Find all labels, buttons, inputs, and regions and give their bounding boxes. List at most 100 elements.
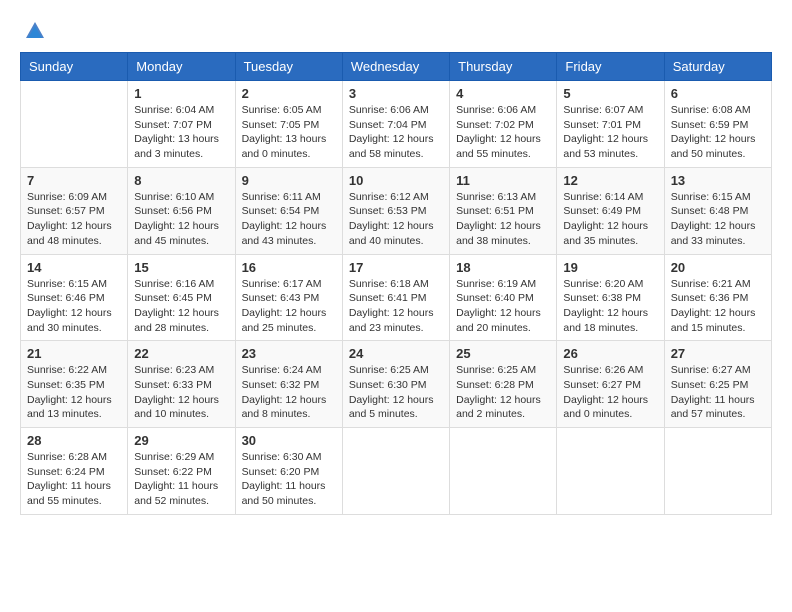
day-info: Sunrise: 6:16 AM Sunset: 6:45 PM Dayligh… xyxy=(134,277,228,336)
calendar-cell: 27 Sunrise: 6:27 AM Sunset: 6:25 PM Dayli… xyxy=(664,341,771,428)
day-info: Sunrise: 6:26 AM Sunset: 6:27 PM Dayligh… xyxy=(563,363,657,422)
calendar-cell: 6 Sunrise: 6:08 AM Sunset: 6:59 PM Daylig… xyxy=(664,81,771,168)
calendar-table: SundayMondayTuesdayWednesdayThursdayFrid… xyxy=(20,52,772,515)
day-info: Sunrise: 6:15 AM Sunset: 6:46 PM Dayligh… xyxy=(27,277,121,336)
day-number: 7 xyxy=(27,173,121,188)
logo xyxy=(20,20,46,42)
day-number: 28 xyxy=(27,433,121,448)
calendar-cell: 10 Sunrise: 6:12 AM Sunset: 6:53 PM Dayli… xyxy=(342,167,449,254)
calendar-cell: 7 Sunrise: 6:09 AM Sunset: 6:57 PM Daylig… xyxy=(21,167,128,254)
calendar-cell: 5 Sunrise: 6:07 AM Sunset: 7:01 PM Daylig… xyxy=(557,81,664,168)
day-info: Sunrise: 6:08 AM Sunset: 6:59 PM Dayligh… xyxy=(671,103,765,162)
day-info: Sunrise: 6:25 AM Sunset: 6:30 PM Dayligh… xyxy=(349,363,443,422)
day-info: Sunrise: 6:27 AM Sunset: 6:25 PM Dayligh… xyxy=(671,363,765,422)
calendar-cell: 19 Sunrise: 6:20 AM Sunset: 6:38 PM Dayli… xyxy=(557,254,664,341)
day-info: Sunrise: 6:11 AM Sunset: 6:54 PM Dayligh… xyxy=(242,190,336,249)
day-info: Sunrise: 6:05 AM Sunset: 7:05 PM Dayligh… xyxy=(242,103,336,162)
day-number: 26 xyxy=(563,346,657,361)
day-number: 22 xyxy=(134,346,228,361)
day-number: 21 xyxy=(27,346,121,361)
day-number: 27 xyxy=(671,346,765,361)
calendar-cell xyxy=(21,81,128,168)
calendar-cell: 8 Sunrise: 6:10 AM Sunset: 6:56 PM Daylig… xyxy=(128,167,235,254)
calendar-cell: 21 Sunrise: 6:22 AM Sunset: 6:35 PM Dayli… xyxy=(21,341,128,428)
calendar-cell: 13 Sunrise: 6:15 AM Sunset: 6:48 PM Dayli… xyxy=(664,167,771,254)
day-number: 23 xyxy=(242,346,336,361)
calendar-day-header: Friday xyxy=(557,53,664,81)
day-info: Sunrise: 6:09 AM Sunset: 6:57 PM Dayligh… xyxy=(27,190,121,249)
day-number: 19 xyxy=(563,260,657,275)
calendar-week-row: 28 Sunrise: 6:28 AM Sunset: 6:24 PM Dayli… xyxy=(21,428,772,515)
calendar-day-header: Thursday xyxy=(450,53,557,81)
day-number: 25 xyxy=(456,346,550,361)
calendar-cell: 24 Sunrise: 6:25 AM Sunset: 6:30 PM Dayli… xyxy=(342,341,449,428)
day-number: 16 xyxy=(242,260,336,275)
day-info: Sunrise: 6:12 AM Sunset: 6:53 PM Dayligh… xyxy=(349,190,443,249)
calendar-cell: 28 Sunrise: 6:28 AM Sunset: 6:24 PM Dayli… xyxy=(21,428,128,515)
day-info: Sunrise: 6:10 AM Sunset: 6:56 PM Dayligh… xyxy=(134,190,228,249)
day-info: Sunrise: 6:20 AM Sunset: 6:38 PM Dayligh… xyxy=(563,277,657,336)
day-info: Sunrise: 6:06 AM Sunset: 7:02 PM Dayligh… xyxy=(456,103,550,162)
day-number: 11 xyxy=(456,173,550,188)
calendar-week-row: 21 Sunrise: 6:22 AM Sunset: 6:35 PM Dayli… xyxy=(21,341,772,428)
calendar-cell: 14 Sunrise: 6:15 AM Sunset: 6:46 PM Dayli… xyxy=(21,254,128,341)
calendar-cell xyxy=(342,428,449,515)
day-number: 13 xyxy=(671,173,765,188)
calendar-cell: 4 Sunrise: 6:06 AM Sunset: 7:02 PM Daylig… xyxy=(450,81,557,168)
day-info: Sunrise: 6:28 AM Sunset: 6:24 PM Dayligh… xyxy=(27,450,121,509)
calendar-day-header: Wednesday xyxy=(342,53,449,81)
day-info: Sunrise: 6:14 AM Sunset: 6:49 PM Dayligh… xyxy=(563,190,657,249)
calendar-day-header: Tuesday xyxy=(235,53,342,81)
calendar-cell: 20Sunrise: 6:21 AM Sunset: 6:36 PM Dayli… xyxy=(664,254,771,341)
calendar-cell: 12 Sunrise: 6:14 AM Sunset: 6:49 PM Dayli… xyxy=(557,167,664,254)
day-info: Sunrise: 6:17 AM Sunset: 6:43 PM Dayligh… xyxy=(242,277,336,336)
day-number: 6 xyxy=(671,86,765,101)
calendar-cell: 15 Sunrise: 6:16 AM Sunset: 6:45 PM Dayli… xyxy=(128,254,235,341)
calendar-cell: 26 Sunrise: 6:26 AM Sunset: 6:27 PM Dayli… xyxy=(557,341,664,428)
day-info: Sunrise: 6:30 AM Sunset: 6:20 PM Dayligh… xyxy=(242,450,336,509)
day-info: Sunrise: 6:25 AM Sunset: 6:28 PM Dayligh… xyxy=(456,363,550,422)
calendar-cell: 9 Sunrise: 6:11 AM Sunset: 6:54 PM Daylig… xyxy=(235,167,342,254)
day-number: 15 xyxy=(134,260,228,275)
calendar-week-row: 7 Sunrise: 6:09 AM Sunset: 6:57 PM Daylig… xyxy=(21,167,772,254)
calendar-header-row: SundayMondayTuesdayWednesdayThursdayFrid… xyxy=(21,53,772,81)
calendar-cell: 1Sunrise: 6:04 AM Sunset: 7:07 PM Daylig… xyxy=(128,81,235,168)
day-info: Sunrise: 6:15 AM Sunset: 6:48 PM Dayligh… xyxy=(671,190,765,249)
calendar-cell: 3 Sunrise: 6:06 AM Sunset: 7:04 PM Daylig… xyxy=(342,81,449,168)
day-number: 10 xyxy=(349,173,443,188)
calendar-week-row: 14 Sunrise: 6:15 AM Sunset: 6:46 PM Dayli… xyxy=(21,254,772,341)
calendar-day-header: Sunday xyxy=(21,53,128,81)
day-number: 18 xyxy=(456,260,550,275)
calendar-week-row: 1Sunrise: 6:04 AM Sunset: 7:07 PM Daylig… xyxy=(21,81,772,168)
day-number: 4 xyxy=(456,86,550,101)
day-number: 17 xyxy=(349,260,443,275)
day-number: 14 xyxy=(27,260,121,275)
calendar-cell: 18Sunrise: 6:19 AM Sunset: 6:40 PM Dayli… xyxy=(450,254,557,341)
day-number: 5 xyxy=(563,86,657,101)
day-number: 2 xyxy=(242,86,336,101)
day-number: 20 xyxy=(671,260,765,275)
day-number: 24 xyxy=(349,346,443,361)
calendar-cell: 11 Sunrise: 6:13 AM Sunset: 6:51 PM Dayli… xyxy=(450,167,557,254)
day-info: Sunrise: 6:13 AM Sunset: 6:51 PM Dayligh… xyxy=(456,190,550,249)
day-number: 9 xyxy=(242,173,336,188)
calendar-day-header: Monday xyxy=(128,53,235,81)
day-number: 29 xyxy=(134,433,228,448)
day-info: Sunrise: 6:22 AM Sunset: 6:35 PM Dayligh… xyxy=(27,363,121,422)
calendar-cell: 2 Sunrise: 6:05 AM Sunset: 7:05 PM Daylig… xyxy=(235,81,342,168)
calendar-cell: 23Sunrise: 6:24 AM Sunset: 6:32 PM Dayli… xyxy=(235,341,342,428)
day-info: Sunrise: 6:23 AM Sunset: 6:33 PM Dayligh… xyxy=(134,363,228,422)
day-number: 3 xyxy=(349,86,443,101)
day-info: Sunrise: 6:29 AM Sunset: 6:22 PM Dayligh… xyxy=(134,450,228,509)
day-info: Sunrise: 6:04 AM Sunset: 7:07 PM Dayligh… xyxy=(134,103,228,162)
day-number: 12 xyxy=(563,173,657,188)
calendar-cell: 17Sunrise: 6:18 AM Sunset: 6:41 PM Dayli… xyxy=(342,254,449,341)
calendar-day-header: Saturday xyxy=(664,53,771,81)
day-info: Sunrise: 6:06 AM Sunset: 7:04 PM Dayligh… xyxy=(349,103,443,162)
day-number: 8 xyxy=(134,173,228,188)
calendar-cell: 29 Sunrise: 6:29 AM Sunset: 6:22 PM Dayli… xyxy=(128,428,235,515)
calendar-cell xyxy=(450,428,557,515)
day-info: Sunrise: 6:07 AM Sunset: 7:01 PM Dayligh… xyxy=(563,103,657,162)
calendar-cell: 16 Sunrise: 6:17 AM Sunset: 6:43 PM Dayli… xyxy=(235,254,342,341)
calendar-cell: 25 Sunrise: 6:25 AM Sunset: 6:28 PM Dayli… xyxy=(450,341,557,428)
